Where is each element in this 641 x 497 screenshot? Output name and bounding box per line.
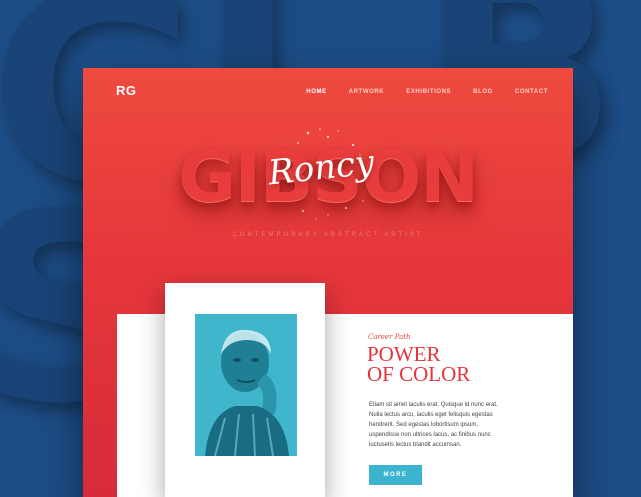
eyebrow-label: Career Path <box>368 333 411 341</box>
headline-line-2: OF COLOR <box>367 362 471 386</box>
more-button[interactable]: MORE <box>369 465 422 485</box>
artist-portrait[interactable] <box>195 314 297 456</box>
nav-item-artwork[interactable]: ARTWORK <box>349 89 385 95</box>
website-card: RG HOME ARTWORK EXHIBITIONS BLOG CONTACT… <box>83 68 573 497</box>
site-logo[interactable]: RG <box>116 83 137 98</box>
feature-body: Etiam sit amet iaculis erat. Quisque id … <box>369 402 498 448</box>
portrait-frame <box>165 283 325 497</box>
headline-line-1: POWER <box>367 342 441 366</box>
nav-item-exhibitions[interactable]: EXHIBITIONS <box>406 89 451 95</box>
nav-item-blog[interactable]: BLOG <box>473 89 493 95</box>
feature-headline: POWER OF COLOR <box>367 342 471 386</box>
hero-subtitle: CONTEMPORARY ABSTRACT ARTIST <box>232 232 424 238</box>
main-nav: HOME ARTWORK EXHIBITIONS BLOG CONTACT <box>284 89 548 95</box>
nav-item-contact[interactable]: CONTACT <box>515 89 548 95</box>
portrait-illustration <box>195 314 297 456</box>
nav-item-home[interactable]: HOME <box>306 89 326 95</box>
